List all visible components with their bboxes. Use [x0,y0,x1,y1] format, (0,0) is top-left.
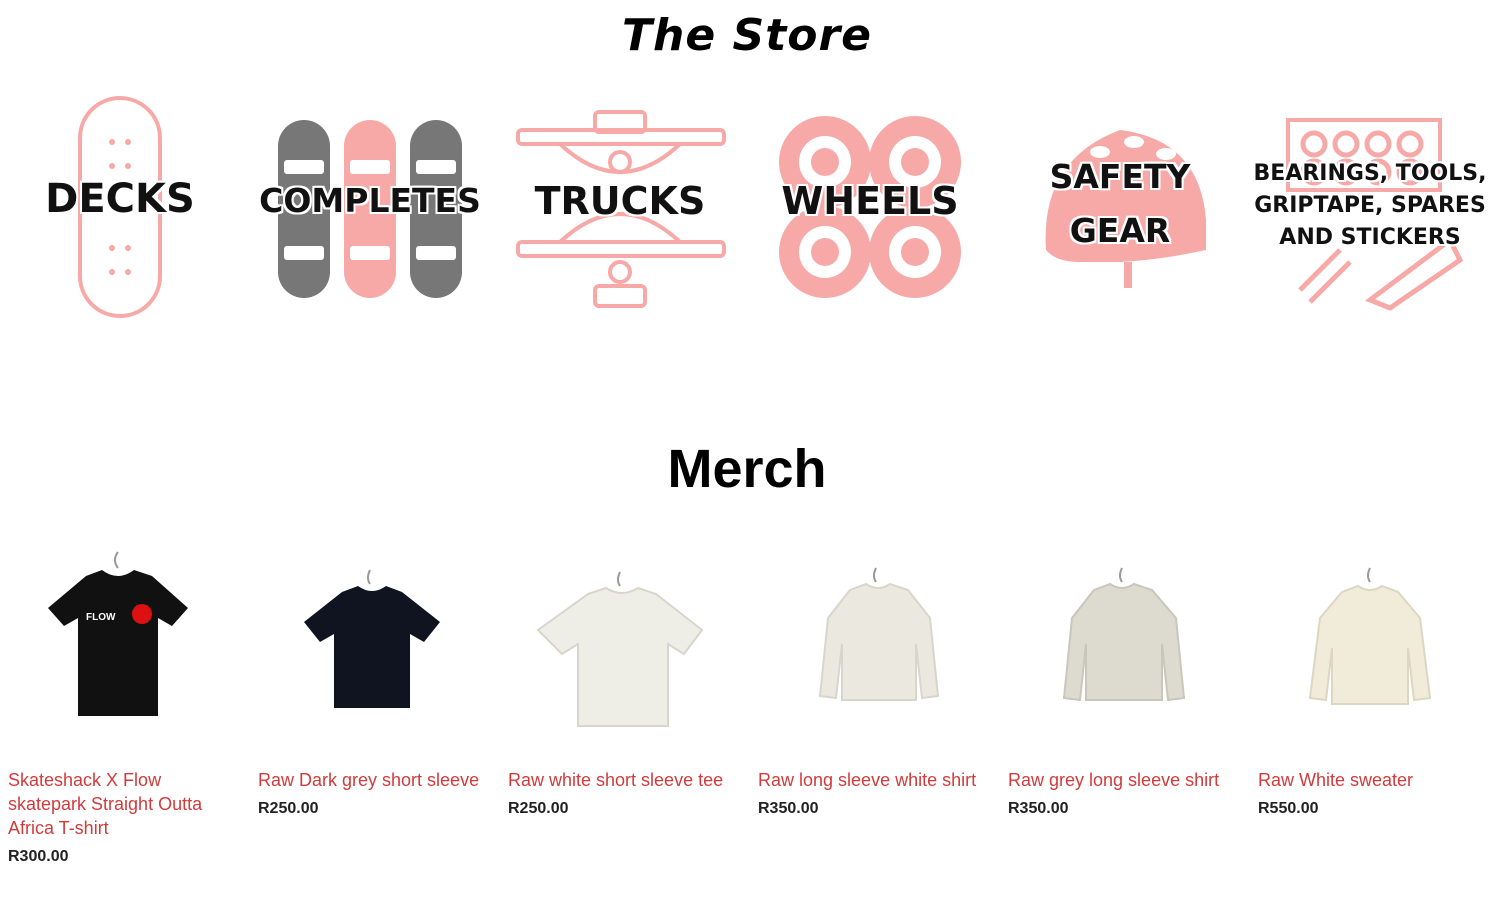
category-safety-gear[interactable]: SAFETY GEAR [1000,90,1240,330]
category-label: WHEELS [781,179,959,223]
product-card: Raw Dark grey short sleeve R250.00 [258,548,494,818]
category-completes[interactable]: COMPLETES [250,90,490,330]
category-wheels[interactable]: WHEELS [750,90,990,330]
category-label: TRUCKS [534,179,706,223]
product-name[interactable]: Raw Dark grey short sleeve [258,768,494,792]
product-name[interactable]: Raw long sleeve white shirt [758,768,994,792]
product-name[interactable]: Raw White sweater [1258,768,1494,792]
product-image[interactable]: FLOW [8,548,244,748]
product-price: R350.00 [758,800,819,817]
product-card: Raw White sweater R550.00 [1258,548,1494,818]
store-title: The Store [622,10,872,61]
product-grid: FLOW Skateshack X Flow skatepark Straigh… [0,548,1494,888]
category-label-line1: BEARINGS, TOOLS, [1253,161,1487,186]
category-trucks[interactable]: TRUCKS [500,90,740,330]
dark-tshirt-icon [304,569,440,708]
white-longsleeve-icon [818,567,940,701]
product-name[interactable]: Raw white short sleeve tee [508,768,744,792]
product-name[interactable]: Skateshack X Flow skatepark Straight Out… [8,768,244,840]
product-price: R250.00 [508,800,569,817]
category-label-line3: AND STICKERS [1279,225,1461,250]
product-image[interactable] [508,548,744,748]
category-grid: DECKS COMPLETES TRUCKS WHEELS SAFETY GEA… [0,90,1494,330]
category-label-line2: GRIPTAPE, SPARES [1254,193,1486,218]
product-card: FLOW Skateshack X Flow skatepark Straigh… [8,548,244,866]
category-bearings-tools[interactable]: BEARINGS, TOOLS, GRIPTAPE, SPARES AND ST… [1250,90,1490,330]
category-label: DECKS [45,176,195,222]
product-price: R350.00 [1008,800,1069,817]
white-sweater-icon [1308,567,1432,705]
category-label-line1: SAFETY [1049,157,1191,196]
product-image[interactable] [1258,548,1494,748]
product-name[interactable]: Raw grey long sleeve shirt [1008,768,1244,792]
product-image[interactable] [258,548,494,748]
category-decks[interactable]: DECKS [0,90,240,330]
merch-title: Merch [667,439,827,499]
category-label-line2: GEAR [1069,211,1171,250]
white-tshirt-icon [536,571,704,727]
product-price: R550.00 [1258,800,1319,817]
product-card: Raw grey long sleeve shirt R350.00 [1008,548,1244,818]
category-label: COMPLETES [259,181,481,220]
tshirt-print-text: FLOW [86,612,116,623]
product-card: Raw white short sleeve tee R250.00 [508,548,744,818]
product-image[interactable] [1008,548,1244,748]
product-card: Raw long sleeve white shirt R350.00 [758,548,994,818]
product-price: R250.00 [258,800,319,817]
helmet-icon [1045,130,1206,288]
grey-longsleeve-icon [1062,567,1186,702]
black-tshirt-icon: FLOW [48,551,188,716]
product-price: R300.00 [8,848,69,865]
product-image[interactable] [758,548,994,748]
